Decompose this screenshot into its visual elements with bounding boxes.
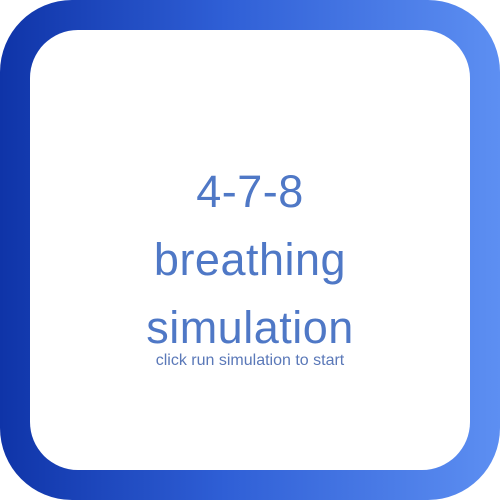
title-line-2: breathing bbox=[153, 234, 347, 285]
title-line-1: 4-7-8 bbox=[196, 166, 304, 217]
page-title: 4-7-8 breathing simulation bbox=[30, 158, 470, 362]
start-instructions: click run simulation to start bbox=[155, 352, 345, 369]
simulation-card: 4-7-8 breathing simulation click run sim… bbox=[30, 30, 470, 470]
gradient-frame: 4-7-8 breathing simulation click run sim… bbox=[0, 0, 500, 500]
